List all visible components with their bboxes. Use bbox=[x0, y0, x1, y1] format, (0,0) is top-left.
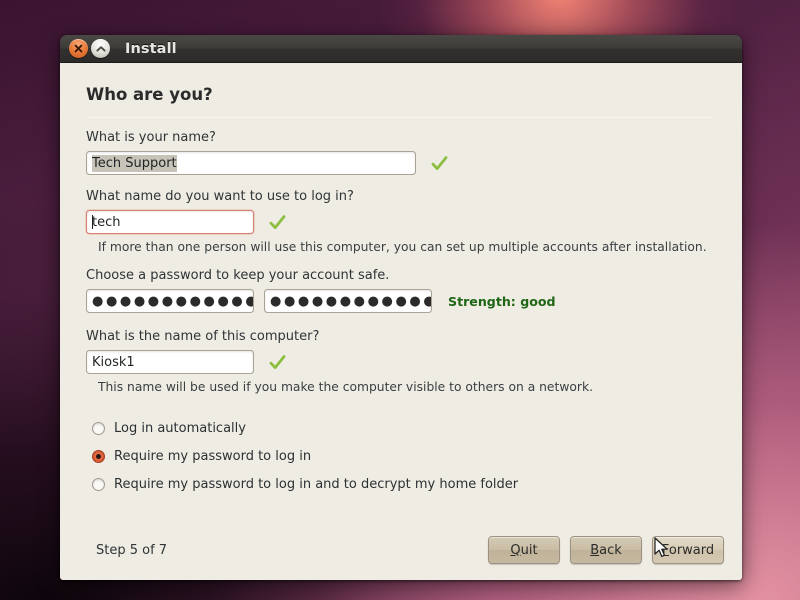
step-indicator: Step 5 of 7 bbox=[96, 542, 168, 558]
hostname-row: Kiosk1 bbox=[86, 350, 712, 374]
full-name-row: Tech Support bbox=[86, 151, 712, 175]
radio-require-password-encrypt-home[interactable]: Require my password to log in and to dec… bbox=[92, 470, 712, 498]
radio-label: Require my password to log in and to dec… bbox=[114, 476, 519, 492]
desktop-background: Install Who are you? What is your name? … bbox=[0, 0, 800, 600]
form-content: Who are you? What is your name? Tech Sup… bbox=[60, 63, 742, 498]
username-row: tech bbox=[86, 210, 712, 234]
title-divider bbox=[86, 117, 712, 118]
password-row: ●●●●●●●●●●●● ●●●●●●●●●●●● Strength: good bbox=[86, 289, 712, 313]
quit-mnemonic: Q bbox=[510, 542, 521, 558]
login-options-group: Log in automatically Require my password… bbox=[92, 414, 712, 498]
green-check-icon bbox=[268, 213, 287, 232]
password-confirm-value: ●●●●●●●●●●●● bbox=[270, 293, 432, 309]
radio-label: Require my password to log in bbox=[114, 448, 312, 464]
password-strength-text: Strength: good bbox=[448, 293, 556, 309]
back-mnemonic: B bbox=[590, 542, 600, 558]
full-name-input[interactable]: Tech Support bbox=[86, 151, 416, 175]
radio-label: Log in automatically bbox=[114, 420, 246, 436]
footer-buttons: Quit Back Forward bbox=[488, 536, 724, 564]
radio-log-in-automatically[interactable]: Log in automatically bbox=[92, 414, 712, 442]
install-window: Install Who are you? What is your name? … bbox=[60, 35, 742, 580]
close-icon[interactable] bbox=[69, 39, 88, 58]
window-titlebar: Install bbox=[60, 35, 742, 63]
forward-button[interactable]: Forward bbox=[652, 536, 724, 564]
full-name-value: Tech Support bbox=[92, 154, 177, 172]
hostname-value: Kiosk1 bbox=[92, 354, 135, 370]
hostname-input[interactable]: Kiosk1 bbox=[86, 350, 254, 374]
back-button[interactable]: Back bbox=[570, 536, 642, 564]
username-hint: If more than one person will use this co… bbox=[98, 240, 707, 254]
username-value: tech bbox=[92, 214, 121, 230]
green-check-icon bbox=[430, 154, 449, 173]
chevron-up-icon[interactable] bbox=[91, 39, 110, 58]
username-input[interactable]: tech bbox=[86, 210, 254, 234]
radio-require-password[interactable]: Require my password to log in bbox=[92, 442, 712, 470]
chevron-up-glyph bbox=[95, 45, 106, 52]
check-glyph bbox=[269, 354, 286, 369]
back-label: ack bbox=[599, 542, 622, 558]
password-label: Choose a password to keep your account s… bbox=[86, 268, 390, 283]
hostname-hint: This name will be used if you make the c… bbox=[98, 380, 593, 394]
page-title: Who are you? bbox=[86, 85, 213, 104]
forward-label: orward bbox=[668, 542, 715, 558]
full-name-label: What is your name? bbox=[86, 130, 216, 145]
close-glyph bbox=[74, 44, 83, 53]
password-value: ●●●●●●●●●●●● bbox=[92, 293, 254, 309]
quit-label: uit bbox=[520, 542, 538, 558]
check-glyph bbox=[269, 214, 286, 229]
window-body: Who are you? What is your name? Tech Sup… bbox=[60, 63, 742, 580]
forward-mnemonic: F bbox=[661, 542, 669, 558]
hostname-label: What is the name of this computer? bbox=[86, 329, 320, 344]
username-label: What name do you want to use to log in? bbox=[86, 189, 354, 204]
password-confirm-input[interactable]: ●●●●●●●●●●●● bbox=[264, 289, 432, 313]
password-input[interactable]: ●●●●●●●●●●●● bbox=[86, 289, 254, 313]
radio-indicator[interactable] bbox=[92, 421, 105, 435]
quit-button[interactable]: Quit bbox=[488, 536, 560, 564]
window-footer: Step 5 of 7 Quit Back Forward bbox=[60, 520, 742, 580]
radio-indicator[interactable] bbox=[92, 477, 105, 491]
window-title: Install bbox=[125, 40, 177, 57]
green-check-icon bbox=[268, 353, 287, 372]
radio-indicator-selected[interactable] bbox=[92, 449, 105, 463]
check-glyph bbox=[431, 155, 448, 170]
